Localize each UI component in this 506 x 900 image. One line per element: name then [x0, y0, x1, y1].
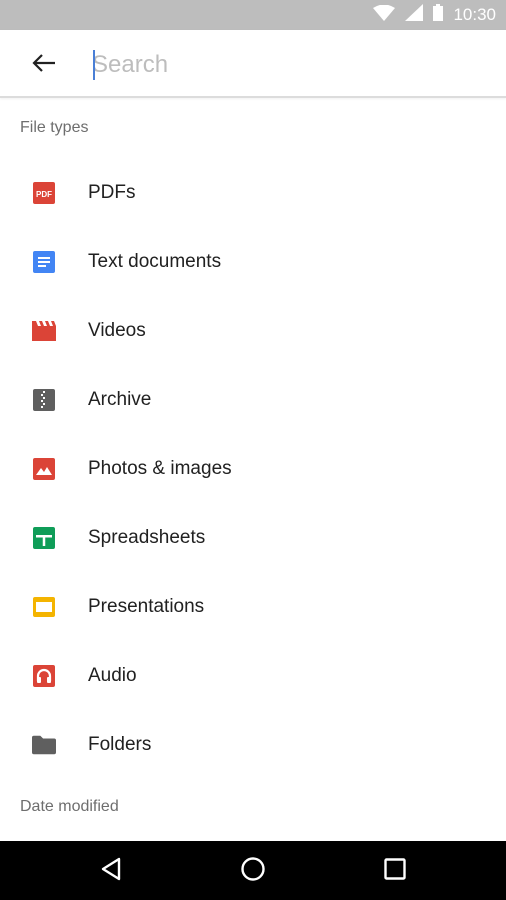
list-item-audio[interactable]: Audio — [0, 641, 506, 710]
home-nav-icon — [240, 856, 266, 887]
pdf-icon: PDF — [32, 181, 56, 205]
wifi-icon — [373, 4, 396, 26]
back-button[interactable] — [24, 48, 64, 82]
presentation-icon — [32, 595, 56, 619]
spreadsheet-icon — [32, 526, 56, 550]
video-icon — [32, 319, 56, 343]
list-item-spreadsheets[interactable]: Spreadsheets — [0, 503, 506, 572]
list-item-label: Photos & images — [88, 457, 232, 479]
list-item-pdfs[interactable]: PDF PDFs — [0, 158, 506, 227]
recents-nav-icon — [384, 857, 406, 885]
audio-icon — [32, 664, 56, 688]
list-item-archive[interactable]: Archive — [0, 365, 506, 434]
list-item-label: Spreadsheets — [88, 526, 206, 548]
cell-signal-icon — [405, 4, 424, 26]
list-item-folders[interactable]: Folders — [0, 710, 506, 779]
status-bar: 10:30 — [0, 0, 506, 30]
list-item-photos-images[interactable]: Photos & images — [0, 434, 506, 503]
list-item-text-documents[interactable]: Text documents — [0, 227, 506, 296]
search-bar — [0, 30, 506, 98]
text-document-icon — [32, 250, 56, 274]
file-types-list: PDF PDFs Text documents Videos Archive P… — [0, 158, 506, 779]
image-icon — [32, 457, 56, 481]
folder-icon — [32, 733, 56, 757]
svg-text:PDF: PDF — [36, 190, 52, 199]
battery-icon — [433, 4, 444, 26]
list-item-videos[interactable]: Videos — [0, 296, 506, 365]
arrow-back-icon — [32, 53, 56, 78]
status-time: 10:30 — [453, 5, 496, 24]
text-cursor — [93, 50, 95, 80]
nav-home-button[interactable] — [237, 855, 269, 887]
section-header-file-types: File types — [20, 119, 89, 136]
list-item-label: Folders — [88, 733, 152, 755]
section-header-date-modified: Date modified — [20, 798, 119, 815]
list-item-presentations[interactable]: Presentations — [0, 572, 506, 641]
list-item-label: Videos — [88, 319, 146, 341]
archive-icon — [32, 388, 56, 412]
back-nav-icon — [100, 857, 122, 886]
list-item-label: Archive — [88, 388, 152, 410]
nav-recents-button[interactable] — [379, 855, 411, 887]
list-item-label: Audio — [88, 664, 137, 686]
navigation-bar — [0, 841, 506, 900]
list-item-label: Text documents — [88, 250, 222, 272]
search-input[interactable] — [92, 46, 472, 84]
list-item-label: Presentations — [88, 595, 205, 617]
nav-back-button[interactable] — [95, 855, 127, 887]
list-item-label: PDFs — [88, 181, 136, 203]
